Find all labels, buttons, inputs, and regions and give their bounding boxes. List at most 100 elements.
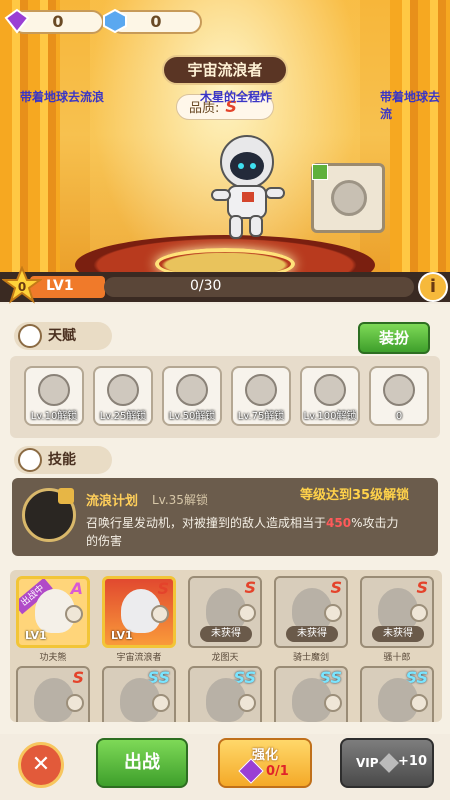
hero-tagline-right: 带着地球去流 xyxy=(380,90,441,121)
hero-card[interactable]: S 未获得 xyxy=(188,576,262,648)
skill-description: 召唤行星发动机，对被撞到的敌人造成相当于450%攻击力的伤害 xyxy=(86,514,406,550)
blue-gem-icon xyxy=(103,8,127,34)
currency-purple[interactable]: 0 xyxy=(4,8,104,34)
hero-name-label: 骑士魔剑 xyxy=(292,653,329,663)
skill-desc-value: 450 xyxy=(326,516,352,530)
talent-slot-3[interactable]: Lv.50解锁 xyxy=(162,366,222,426)
chip-icon xyxy=(324,604,342,622)
skill-unlock-level: Lv.35解锁 xyxy=(152,493,208,507)
hero-status: 未获得 xyxy=(286,626,338,642)
shield-glyph-icon xyxy=(245,374,277,406)
talent-slot-2[interactable]: Lv.25解锁 xyxy=(93,366,153,426)
vortex-glyph-icon xyxy=(107,374,139,406)
hero-status: 未获得 xyxy=(200,626,252,642)
shield-glyph-icon xyxy=(38,374,70,406)
vip-count: +10 xyxy=(398,754,427,769)
chip-icon xyxy=(65,605,83,623)
vip-label: VIP xyxy=(356,756,379,770)
vip-gem-icon xyxy=(379,753,399,773)
talent-slot-label: Lv.50解锁 xyxy=(168,411,216,422)
currency-blue[interactable]: 0 xyxy=(103,8,202,34)
curtain-right xyxy=(390,0,450,300)
shield-glyph-icon xyxy=(383,374,415,406)
xp-progress-track xyxy=(104,277,414,297)
sword-icon xyxy=(18,324,42,348)
talent-slot-label: Lv.75解锁 xyxy=(237,411,285,422)
star-count-icon: 0 xyxy=(2,266,42,304)
hero-card[interactable]: SS xyxy=(274,666,348,722)
talent-slot-label: Lv.100解锁 xyxy=(303,411,357,422)
chip-icon xyxy=(152,694,170,712)
hero-name-label: 宇宙流浪者 xyxy=(116,653,162,663)
skill-name: 流浪计划 xyxy=(86,494,139,509)
lock-icon xyxy=(58,488,74,504)
close-button[interactable]: ✕ xyxy=(18,742,64,788)
hero-grade: S xyxy=(157,579,169,598)
chip-icon xyxy=(410,694,428,712)
slot-badge-icon xyxy=(312,164,328,180)
hero-card[interactable]: S xyxy=(16,666,90,722)
vip-button[interactable]: VIP +10 xyxy=(340,738,434,788)
star-count-value: 0 xyxy=(18,280,26,294)
talent-section-header: 天赋 xyxy=(14,322,112,350)
hero-grade: S xyxy=(72,668,84,687)
chip-icon xyxy=(324,694,342,712)
hero-card[interactable]: 出战中 A LV1 xyxy=(16,576,90,648)
chip-icon xyxy=(410,604,428,622)
gear-icon xyxy=(18,448,42,472)
hero-card[interactable]: SS xyxy=(188,666,262,722)
info-icon[interactable]: i xyxy=(418,272,448,302)
skill-title: 技能 xyxy=(48,452,76,468)
hero-grade: S xyxy=(244,578,256,597)
hero-card[interactable]: SS xyxy=(360,666,434,722)
upgrade-button[interactable]: 强化 0/1 xyxy=(218,738,312,788)
dress-up-button[interactable]: 装扮 xyxy=(358,322,430,354)
chip-icon xyxy=(66,694,84,712)
hero-grade: A xyxy=(70,579,83,598)
talent-slot-4[interactable]: Lv.75解锁 xyxy=(231,366,291,426)
talent-slot-label: 0 xyxy=(395,411,403,422)
hero-name-label: 功夫熊 xyxy=(39,653,67,663)
talent-slot-label: Lv.25解锁 xyxy=(99,411,147,422)
hero-level: LV1 xyxy=(25,629,47,642)
hero-level: LV1 xyxy=(111,629,133,642)
level-label: LV1 xyxy=(46,278,74,294)
talent-slot-5[interactable]: Lv.100解锁 xyxy=(300,366,360,426)
equipment-slot[interactable] xyxy=(311,163,385,233)
hero-name-label: 骚十郎 xyxy=(383,653,411,663)
chip-icon xyxy=(238,604,256,622)
chip-icon xyxy=(238,694,256,712)
currency-purple-value: 0 xyxy=(52,12,64,31)
skill-section-header: 技能 xyxy=(14,446,112,474)
deploy-button[interactable]: 出战 xyxy=(96,738,188,788)
shield-glyph-icon xyxy=(176,374,208,406)
hero-card-selected[interactable]: S LV1 xyxy=(102,576,176,648)
hero-tagline-left: 带着地球去流浪 xyxy=(20,90,105,104)
curtain-left xyxy=(0,0,60,300)
currency-blue-value: 0 xyxy=(150,12,162,31)
xp-text: 0/30 xyxy=(190,278,222,294)
hero-grade: S xyxy=(416,578,428,597)
hero-grade: S xyxy=(330,578,342,597)
upgrade-count: 0/1 xyxy=(266,764,289,779)
hero-subtitle: 木星的全程炸 xyxy=(200,90,273,104)
skill-desc-prefix: 召唤行星发动机，对被撞到的敌人造成相当于 xyxy=(86,516,327,530)
skill-requirement: 等级达到35级解锁 xyxy=(300,488,410,503)
hero-card[interactable]: S 未获得 xyxy=(274,576,348,648)
astronaut-hero-icon[interactable] xyxy=(192,130,292,245)
upgrade-label: 强化 xyxy=(251,748,278,763)
talent-title: 天赋 xyxy=(48,328,76,344)
hero-card[interactable]: SS xyxy=(102,666,176,722)
vortex-glyph-icon xyxy=(314,374,346,406)
hero-roster: 出战中 A LV1 S LV1 S 未获得 S 未获得 S 未获得 功夫熊 宇宙… xyxy=(10,570,442,722)
chip-icon xyxy=(151,605,169,623)
hero-name: 宇宙流浪者 xyxy=(162,55,288,85)
purple-gem-icon xyxy=(4,8,30,34)
talent-slot-label: Lv.10解锁 xyxy=(30,411,78,422)
hero-status: 未获得 xyxy=(372,626,424,642)
hero-name-label: 龙图天 xyxy=(211,653,239,663)
hero-card[interactable]: S 未获得 xyxy=(360,576,434,648)
star-icon xyxy=(331,180,367,216)
talent-slot-1[interactable]: Lv.10解锁 xyxy=(24,366,84,426)
talent-slot-6[interactable]: 0 xyxy=(369,366,429,426)
